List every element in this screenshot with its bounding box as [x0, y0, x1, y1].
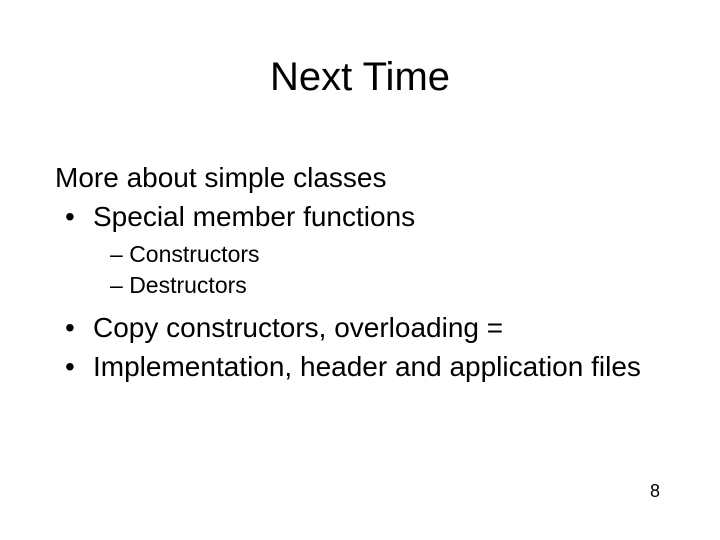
bullet-dot-icon: •: [65, 310, 93, 345]
bullet-text: Special member functions: [93, 201, 415, 232]
slide: Next Time More about simple classes •Spe…: [0, 0, 720, 540]
dash-icon: –: [110, 241, 123, 267]
page-number: 8: [650, 481, 660, 502]
bullet-text: Implementation, header and application f…: [93, 351, 641, 382]
bullet-dot-icon: •: [65, 199, 93, 234]
intro-line: More about simple classes: [55, 160, 665, 195]
sub-bullet-item: – Destructors: [110, 271, 665, 300]
dash-icon: –: [110, 272, 123, 298]
bullet-text: Copy constructors, overloading =: [93, 312, 503, 343]
bullet-item: •Special member functions: [55, 199, 665, 234]
sub-bullet-text: Constructors: [129, 241, 259, 267]
sub-bullet-group: – Constructors – Destructors: [55, 240, 665, 300]
slide-title: Next Time: [0, 55, 720, 100]
slide-body: More about simple classes •Special membe…: [55, 160, 665, 388]
bullet-item: •Implementation, header and application …: [55, 349, 665, 384]
sub-bullet-text: Destructors: [129, 272, 247, 298]
sub-bullet-item: – Constructors: [110, 240, 665, 269]
bullet-item: •Copy constructors, overloading =: [55, 310, 665, 345]
bullet-dot-icon: •: [65, 349, 93, 384]
